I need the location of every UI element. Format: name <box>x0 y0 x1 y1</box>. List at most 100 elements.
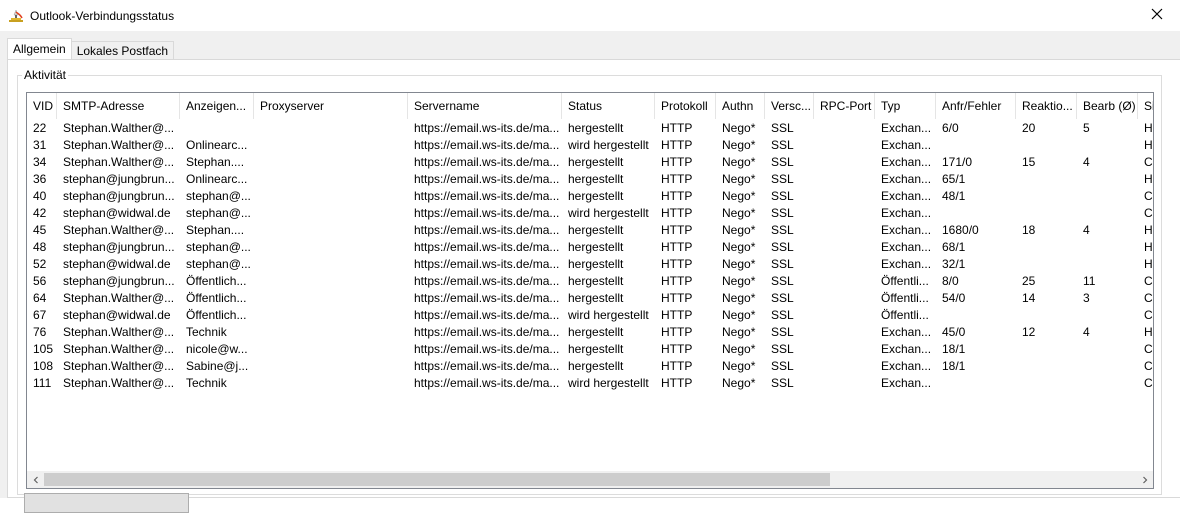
table-cell: Nego* <box>722 240 756 254</box>
table-row[interactable]: 42 stephan@widwal.de stephan@... https://em… <box>27 205 1153 222</box>
close-button[interactable] <box>1134 0 1180 31</box>
column-header[interactable]: Authn <box>716 93 765 119</box>
column-header[interactable]: SMTP-Adresse <box>57 93 180 119</box>
table-row[interactable]: 111 Stephan.Walther@... Technik https://ema… <box>27 375 1153 392</box>
table-cell: Sabine@j... <box>186 359 249 373</box>
table-cell: Technik <box>186 325 227 339</box>
table-cell: stephan@jungbrun... <box>63 274 175 288</box>
column-header[interactable]: Si <box>1138 93 1153 119</box>
table-cell: 111 <box>33 376 52 390</box>
table-row[interactable]: 36 stephan@jungbrun... Onlinearc... https:/… <box>27 171 1153 188</box>
column-header[interactable]: Protokoll <box>655 93 716 119</box>
column-header[interactable]: Anfr/Fehler <box>936 93 1016 119</box>
table-cell: Nego* <box>722 291 756 305</box>
column-header[interactable]: Reaktio... <box>1016 93 1077 119</box>
table-cell <box>814 137 875 154</box>
table-row[interactable]: 56 stephan@jungbrun... Öffentlich... https:… <box>27 273 1153 290</box>
table-row[interactable]: 48 stephan@jungbrun... stephan@... https://… <box>27 239 1153 256</box>
table-cell: HTTP <box>661 257 693 271</box>
table-row[interactable]: 40 stephan@jungbrun... stephan@... https://… <box>27 188 1153 205</box>
table-cell <box>1016 307 1077 324</box>
column-header[interactable]: Proxyserver <box>254 93 408 119</box>
table-cell <box>254 171 408 188</box>
table-cell: Stephan.Walther@... <box>63 138 175 152</box>
column-header[interactable]: VID <box>27 93 57 119</box>
table-cell: SSL <box>771 189 794 203</box>
column-header[interactable]: Servername <box>408 93 562 119</box>
table-cell <box>254 222 408 239</box>
table-cell: 40 <box>33 189 47 203</box>
table-cell: HTTP <box>661 240 693 254</box>
scroll-left-button[interactable] <box>27 471 44 488</box>
column-header[interactable]: Status <box>562 93 655 119</box>
list-body: 22 Stephan.Walther@... https://email.ws-it… <box>27 120 1153 392</box>
table-cell <box>254 137 408 154</box>
table-row[interactable]: 105 Stephan.Walther@... nicole@w... https:/… <box>27 341 1153 358</box>
table-cell: hergestellt <box>568 189 624 203</box>
table-cell: SSL <box>771 138 794 152</box>
table-cell: 8/0 <box>942 274 959 288</box>
table-row[interactable]: 34 Stephan.Walther@... Stephan.... https://… <box>27 154 1153 171</box>
table-cell: Exchan... <box>881 189 932 203</box>
dialog-button[interactable] <box>24 493 189 513</box>
column-header[interactable]: Typ <box>875 93 936 119</box>
table-cell <box>1077 341 1138 358</box>
table-cell: H <box>1144 325 1153 339</box>
scroll-thumb[interactable] <box>44 473 830 486</box>
table-row[interactable]: 31 Stephan.Walther@... Onlinearc... https:/… <box>27 137 1153 154</box>
table-cell <box>814 171 875 188</box>
table-cell: 18/1 <box>942 342 966 356</box>
table-row[interactable]: 76 Stephan.Walther@... Technik https://emai… <box>27 324 1153 341</box>
outlook-connection-icon <box>8 8 24 24</box>
table-cell: nicole@w... <box>186 342 248 356</box>
table-row[interactable]: 52 stephan@widwal.de stephan@... https://em… <box>27 256 1153 273</box>
connection-list[interactable]: VID SMTP-Adresse Anzeigen... Proxyserver Ser… <box>26 92 1154 489</box>
table-cell <box>1016 375 1077 392</box>
table-cell: HTTP <box>661 359 693 373</box>
table-cell: SSL <box>771 342 794 356</box>
table-cell: 54/0 <box>942 291 966 305</box>
table-cell: Exchan... <box>881 359 932 373</box>
table-cell: C <box>1144 189 1153 203</box>
table-cell: wird hergestellt <box>568 308 649 322</box>
tab-allgemein[interactable]: Allgemein <box>7 38 72 59</box>
table-cell: SSL <box>771 291 794 305</box>
table-cell: stephan@... <box>186 206 251 220</box>
table-cell: SSL <box>771 257 794 271</box>
table-cell: 68/1 <box>942 240 966 254</box>
table-row[interactable]: 64 Stephan.Walther@... Öffentlich... https:… <box>27 290 1153 307</box>
table-cell: Exchan... <box>881 206 932 220</box>
tab-lokales-postfach[interactable]: Lokales Postfach <box>70 41 175 59</box>
column-header[interactable]: RPC-Port <box>814 93 875 119</box>
table-cell: 36 <box>33 172 47 186</box>
table-cell: https://email.ws-its.de/ma... <box>414 342 560 356</box>
table-cell <box>254 239 408 256</box>
table-row[interactable]: 45 Stephan.Walther@... Stephan.... https://… <box>27 222 1153 239</box>
table-cell <box>814 273 875 290</box>
table-cell <box>1077 137 1138 154</box>
column-header[interactable]: Bearb (Ø) <box>1077 93 1138 119</box>
column-header[interactable]: Anzeigen... <box>180 93 254 119</box>
table-cell: 42 <box>33 206 47 220</box>
table-row[interactable]: 67 stephan@widwal.de Öffentlich... https://… <box>27 307 1153 324</box>
table-cell <box>254 273 408 290</box>
table-cell <box>814 324 875 341</box>
table-cell <box>1077 188 1138 205</box>
table-cell <box>254 341 408 358</box>
scroll-right-button[interactable] <box>1136 471 1153 488</box>
table-cell: Stephan.Walther@... <box>63 342 175 356</box>
table-row[interactable]: 22 Stephan.Walther@... https://email.ws-it… <box>27 120 1153 137</box>
table-row[interactable]: 108 Stephan.Walther@... Sabine@j... https:/… <box>27 358 1153 375</box>
horizontal-scrollbar[interactable] <box>27 471 1153 488</box>
table-cell: https://email.ws-its.de/ma... <box>414 223 560 237</box>
table-cell <box>814 120 875 137</box>
table-cell: Stephan.Walther@... <box>63 291 175 305</box>
table-cell <box>1077 205 1138 222</box>
table-cell: 12 <box>1022 325 1036 339</box>
table-cell: Nego* <box>722 189 756 203</box>
table-cell: Nego* <box>722 376 756 390</box>
table-cell: 64 <box>33 291 47 305</box>
column-header[interactable]: Versc... <box>765 93 814 119</box>
table-cell: HTTP <box>661 342 693 356</box>
activity-group-label: Aktivität <box>22 68 69 82</box>
